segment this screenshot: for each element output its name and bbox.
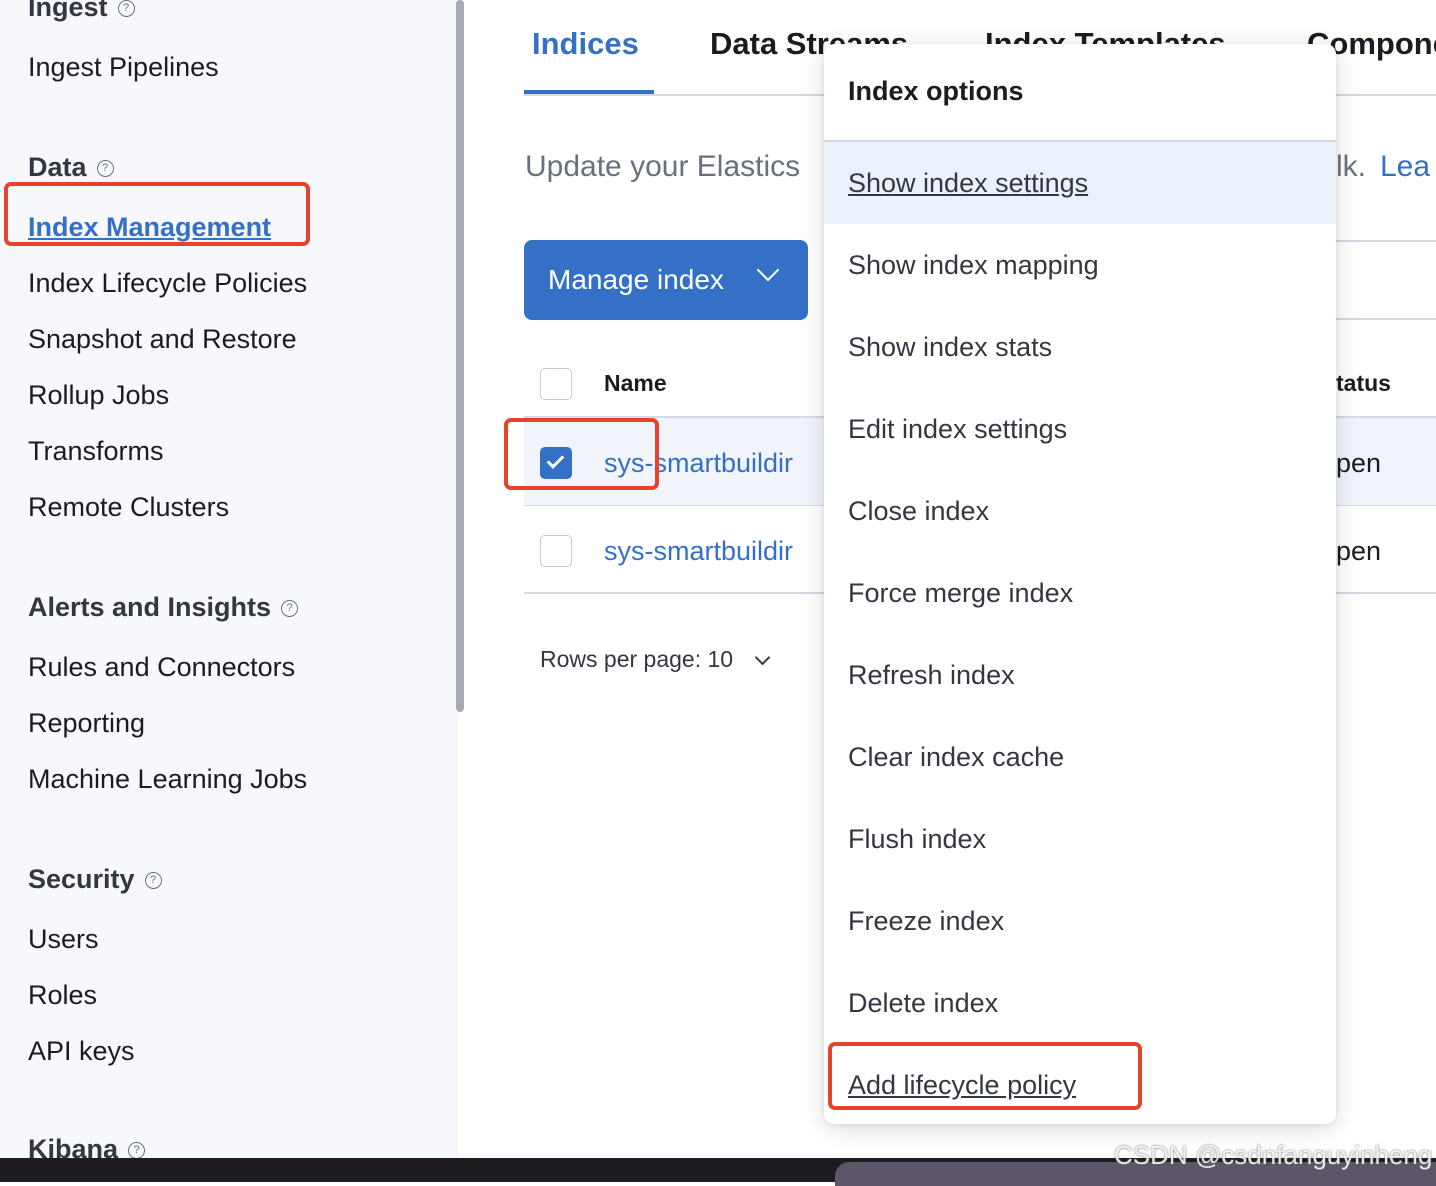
sidebar-item-ingest-pipelines[interactable]: Ingest Pipelines [28,52,219,83]
chevron-down-icon [756,258,780,282]
menu-item-show-mapping[interactable]: Show index mapping [824,224,1336,306]
menu-item-show-stats[interactable]: Show index stats [824,306,1336,388]
sidebar-item-roles[interactable]: Roles [28,980,97,1011]
intro-text: Update your Elastics [525,150,801,183]
sidebar-item-users[interactable]: Users [28,924,99,955]
menu-item-force-merge[interactable]: Force merge index [824,552,1336,634]
sidebar-item-reporting[interactable]: Reporting [28,708,145,739]
menu-item-delete[interactable]: Delete index [824,962,1336,1044]
section-security: Security? [28,864,162,895]
column-header-status[interactable]: tatus [1336,370,1391,397]
section-alerts: Alerts and Insights? [28,592,299,623]
row-checkbox[interactable] [540,535,572,567]
sidebar-item-rollup[interactable]: Rollup Jobs [28,380,169,411]
highlight-box [504,418,659,490]
tab-indices[interactable]: Indices [532,26,639,62]
select-all-checkbox[interactable] [540,368,572,400]
menu-item-clear-cache[interactable]: Clear index cache [824,716,1336,798]
manage-index-button[interactable]: Manage index [524,240,808,320]
help-icon[interactable]: ? [117,0,135,18]
intro-text-right: lk. [1336,150,1366,183]
sidebar: Ingest? Ingest Pipelines Data? Index Man… [0,0,458,1164]
index-status: pen [1336,536,1382,566]
sidebar-scrollbar[interactable] [456,0,464,712]
section-data: Data? [28,152,114,183]
sidebar-item-ml-jobs[interactable]: Machine Learning Jobs [28,764,307,795]
menu-title: Index options [848,76,1024,106]
divider [1336,240,1436,242]
menu-item-show-settings[interactable]: Show index settings [824,142,1336,224]
menu-item-freeze[interactable]: Freeze index [824,880,1336,962]
chevron-down-icon [754,649,771,666]
index-name-link[interactable]: sys-smartbuildir [604,536,793,567]
divider [1336,318,1436,320]
sidebar-item-transforms[interactable]: Transforms [28,436,164,467]
index-options-menu: Index options Show index settings Show i… [824,44,1336,1124]
learn-more-link[interactable]: Lea [1380,150,1430,184]
section-ingest: Ingest? [28,0,135,23]
watermark: CSDN @csdnfanguyinheng [1114,1140,1433,1170]
sidebar-item-api-keys[interactable]: API keys [28,1036,135,1067]
menu-item-flush[interactable]: Flush index [824,798,1336,880]
help-icon[interactable]: ? [281,600,299,618]
menu-item-edit-settings[interactable]: Edit index settings [824,388,1336,470]
sidebar-item-snapshot[interactable]: Snapshot and Restore [28,324,297,355]
active-tab-indicator [524,90,654,94]
menu-item-close[interactable]: Close index [824,470,1336,552]
sidebar-item-ilm[interactable]: Index Lifecycle Policies [28,268,307,299]
highlight-box [828,1042,1142,1110]
column-header-name[interactable]: Name [604,370,667,397]
menu-item-refresh[interactable]: Refresh index [824,634,1336,716]
help-icon[interactable]: ? [96,160,114,178]
sidebar-item-remote-clusters[interactable]: Remote Clusters [28,492,229,523]
sidebar-item-rules[interactable]: Rules and Connectors [28,652,295,683]
highlight-box [4,182,310,246]
rows-per-page-button[interactable]: Rows per page: 10 [540,646,771,673]
index-status: pen [1336,448,1382,478]
help-icon[interactable]: ? [128,1142,146,1160]
help-icon[interactable]: ? [144,872,162,890]
